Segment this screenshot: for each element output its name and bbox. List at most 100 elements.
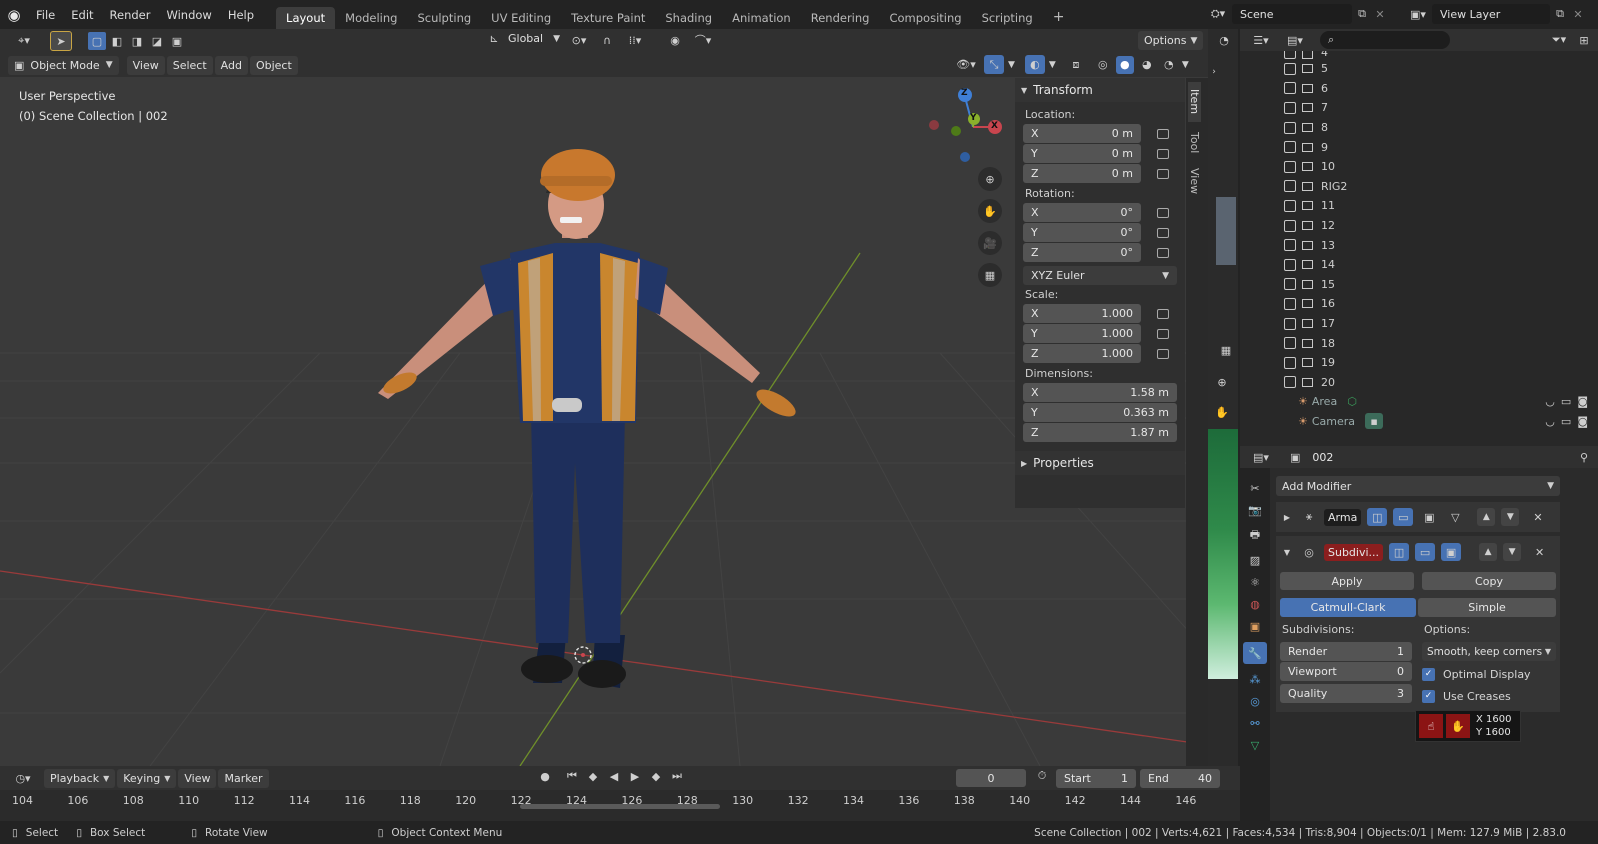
cage-toggle-icon[interactable]: ▽ [1445,508,1465,526]
viewport-toggle-icon[interactable]: ▭ [1393,508,1414,526]
xray-icon[interactable]: ⧈ [1066,58,1086,72]
record-icon[interactable]: ● [536,770,554,783]
menu-window[interactable]: Window [158,8,219,22]
camera-view-icon[interactable]: 🎥 [978,231,1002,255]
material-shading-icon[interactable]: ◕ [1138,58,1156,71]
visibility-eye-icon[interactable]: ◡ [1545,415,1555,428]
pan-hand-icon[interactable]: ✋ [978,199,1002,223]
scale-y-field[interactable]: Y 1.000 [1023,324,1141,343]
exclude-checkbox[interactable] [1284,180,1296,193]
visibility-icon[interactable]: 👁▾ [952,58,980,71]
uv-smooth-dropdown[interactable]: Smooth, keep corners ▼ [1422,642,1556,661]
outliner-row[interactable]: 5 [1284,59,1598,79]
render-properties-icon[interactable]: 📷 [1248,504,1262,517]
lock-icon[interactable] [1157,208,1169,218]
close-icon[interactable]: ✕ [1535,546,1544,559]
overlay-toggle-icon[interactable]: ◐ [1024,55,1045,74]
outliner-row[interactable]: 15 [1284,275,1598,295]
tab-texture-paint[interactable]: Texture Paint [561,7,655,29]
view-layer-name-field[interactable]: View Layer [1432,4,1550,24]
location-x-field[interactable]: X 0 m [1023,124,1141,143]
outliner-row[interactable]: 16 [1284,294,1598,314]
properties-panel-header[interactable]: ▶ Properties [1015,451,1185,475]
zoom-icon[interactable]: ⊕ [978,167,1002,191]
outliner-row[interactable]: 20 [1284,373,1598,393]
outliner-row[interactable]: 14 [1284,255,1598,275]
tab-uv-editing[interactable]: UV Editing [481,7,561,29]
outliner-row[interactable]: 13 [1284,235,1598,255]
constraints-properties-icon[interactable]: ⚯ [1250,717,1259,730]
scene-name-field[interactable]: Scene [1232,4,1352,24]
select-tool-icon[interactable]: ➤ [50,31,72,51]
tab-animation[interactable]: Animation [722,7,801,29]
prev-keyframe-icon[interactable]: ◆ [584,770,602,783]
exclude-checkbox[interactable] [1284,239,1296,252]
lock-icon[interactable] [1157,228,1169,238]
simple-button[interactable]: Simple [1418,598,1556,617]
exclude-checkbox[interactable] [1284,376,1296,389]
new-collection-icon[interactable]: ⊞ [1574,34,1594,47]
menu-view[interactable]: View [178,768,217,788]
exclude-checkbox[interactable] [1284,51,1296,59]
location-y-field[interactable]: Y 0 m [1023,144,1141,163]
menu-file[interactable]: File [28,8,63,22]
menu-playback[interactable]: Playback ▼ [44,768,116,788]
object-properties-icon[interactable]: ▣ [1250,620,1260,633]
exclude-checkbox[interactable] [1284,199,1296,212]
tab-scripting[interactable]: Scripting [972,7,1043,29]
filter-icon[interactable]: ⏷▾ [1544,33,1574,47]
tab-item[interactable]: Item [1188,82,1201,122]
outliner-row[interactable]: RIG2 [1284,177,1598,197]
edit-mode-toggle-icon[interactable]: ◫ [1389,543,1410,561]
start-frame-field[interactable]: Start 1 [1056,769,1136,788]
timeline-editor-icon[interactable]: ◷▾ [8,772,38,785]
render-levels-field[interactable]: Render 1 [1280,642,1412,661]
outliner-row[interactable]: 7 [1284,98,1598,118]
viewport-monitor-icon[interactable]: ▭ [1561,395,1571,408]
outliner-row[interactable]: 18 [1284,333,1598,353]
outliner-row[interactable]: 11 [1284,196,1598,216]
rotation-mode-dropdown[interactable]: XYZ Euler ▼ [1023,266,1177,285]
exclude-checkbox[interactable] [1284,356,1296,369]
rotation-z-field[interactable]: Z 0° [1023,243,1141,262]
location-z-field[interactable]: Z 0 m [1023,164,1141,183]
wireframe-shading-icon[interactable]: ◎ [1094,58,1112,71]
exclude-checkbox[interactable] [1284,278,1296,291]
menu-edit[interactable]: Edit [63,8,101,22]
dimensions-z-field[interactable]: Z 1.87 m [1023,423,1177,442]
solid-shading-icon[interactable]: ● [1115,55,1134,74]
scene-icon[interactable]: ⛭▾ [1204,7,1232,21]
render-camera-icon[interactable]: ◙ [1577,395,1588,408]
menu-view[interactable]: View [126,55,165,75]
lock-icon[interactable] [1157,169,1169,179]
perspective-grid-icon[interactable]: ▦ [978,263,1002,287]
lock-icon[interactable] [1157,248,1169,258]
navigation-gizmo[interactable]: Z X Y [928,87,1008,167]
exclude-checkbox[interactable] [1284,258,1296,271]
image-editor-icon[interactable]: ◔ [1214,31,1234,49]
use-creases-checkbox[interactable]: ✓ Use Creases [1422,687,1556,705]
image-icon[interactable]: ▦ [1216,341,1236,359]
object-mode-dropdown[interactable]: ▣ Object Mode ▼ [8,55,119,75]
pivot-icon[interactable]: ⊙▾ [566,34,592,47]
transform-orientation[interactable]: ⊾ Global ▼ [484,32,560,45]
lock-icon[interactable] [1157,349,1169,359]
catmull-clark-button[interactable]: Catmull-Clark [1280,598,1416,617]
tab-view[interactable]: View [1188,164,1201,198]
tab-modeling[interactable]: Modeling [335,7,407,29]
pan-hand-icon[interactable]: ✋ [1212,403,1232,421]
add-modifier-dropdown[interactable]: Add Modifier ▼ [1276,476,1560,496]
outliner-row-area[interactable]: ☀ Area ⬡ ◡ ▭ ◙ [1240,392,1598,412]
scene-properties-icon[interactable]: ⚛ [1250,576,1260,589]
armature-modifier-name[interactable]: Arma [1324,508,1362,526]
exclude-checkbox[interactable] [1284,160,1296,173]
modifier-properties-icon[interactable]: 🔧 [1243,642,1267,664]
menu-keying[interactable]: Keying ▼ [117,768,177,788]
scale-x-field[interactable]: X 1.000 [1023,304,1141,323]
object-data-properties-icon[interactable]: ▽ [1251,739,1259,752]
chevron-down-icon[interactable]: ▼ [1182,60,1189,70]
lock-icon[interactable] [1157,149,1169,159]
tab-tool[interactable]: Tool [1188,126,1201,160]
select-invert-icon[interactable]: ◪ [148,32,166,50]
menu-select[interactable]: Select [166,55,213,75]
